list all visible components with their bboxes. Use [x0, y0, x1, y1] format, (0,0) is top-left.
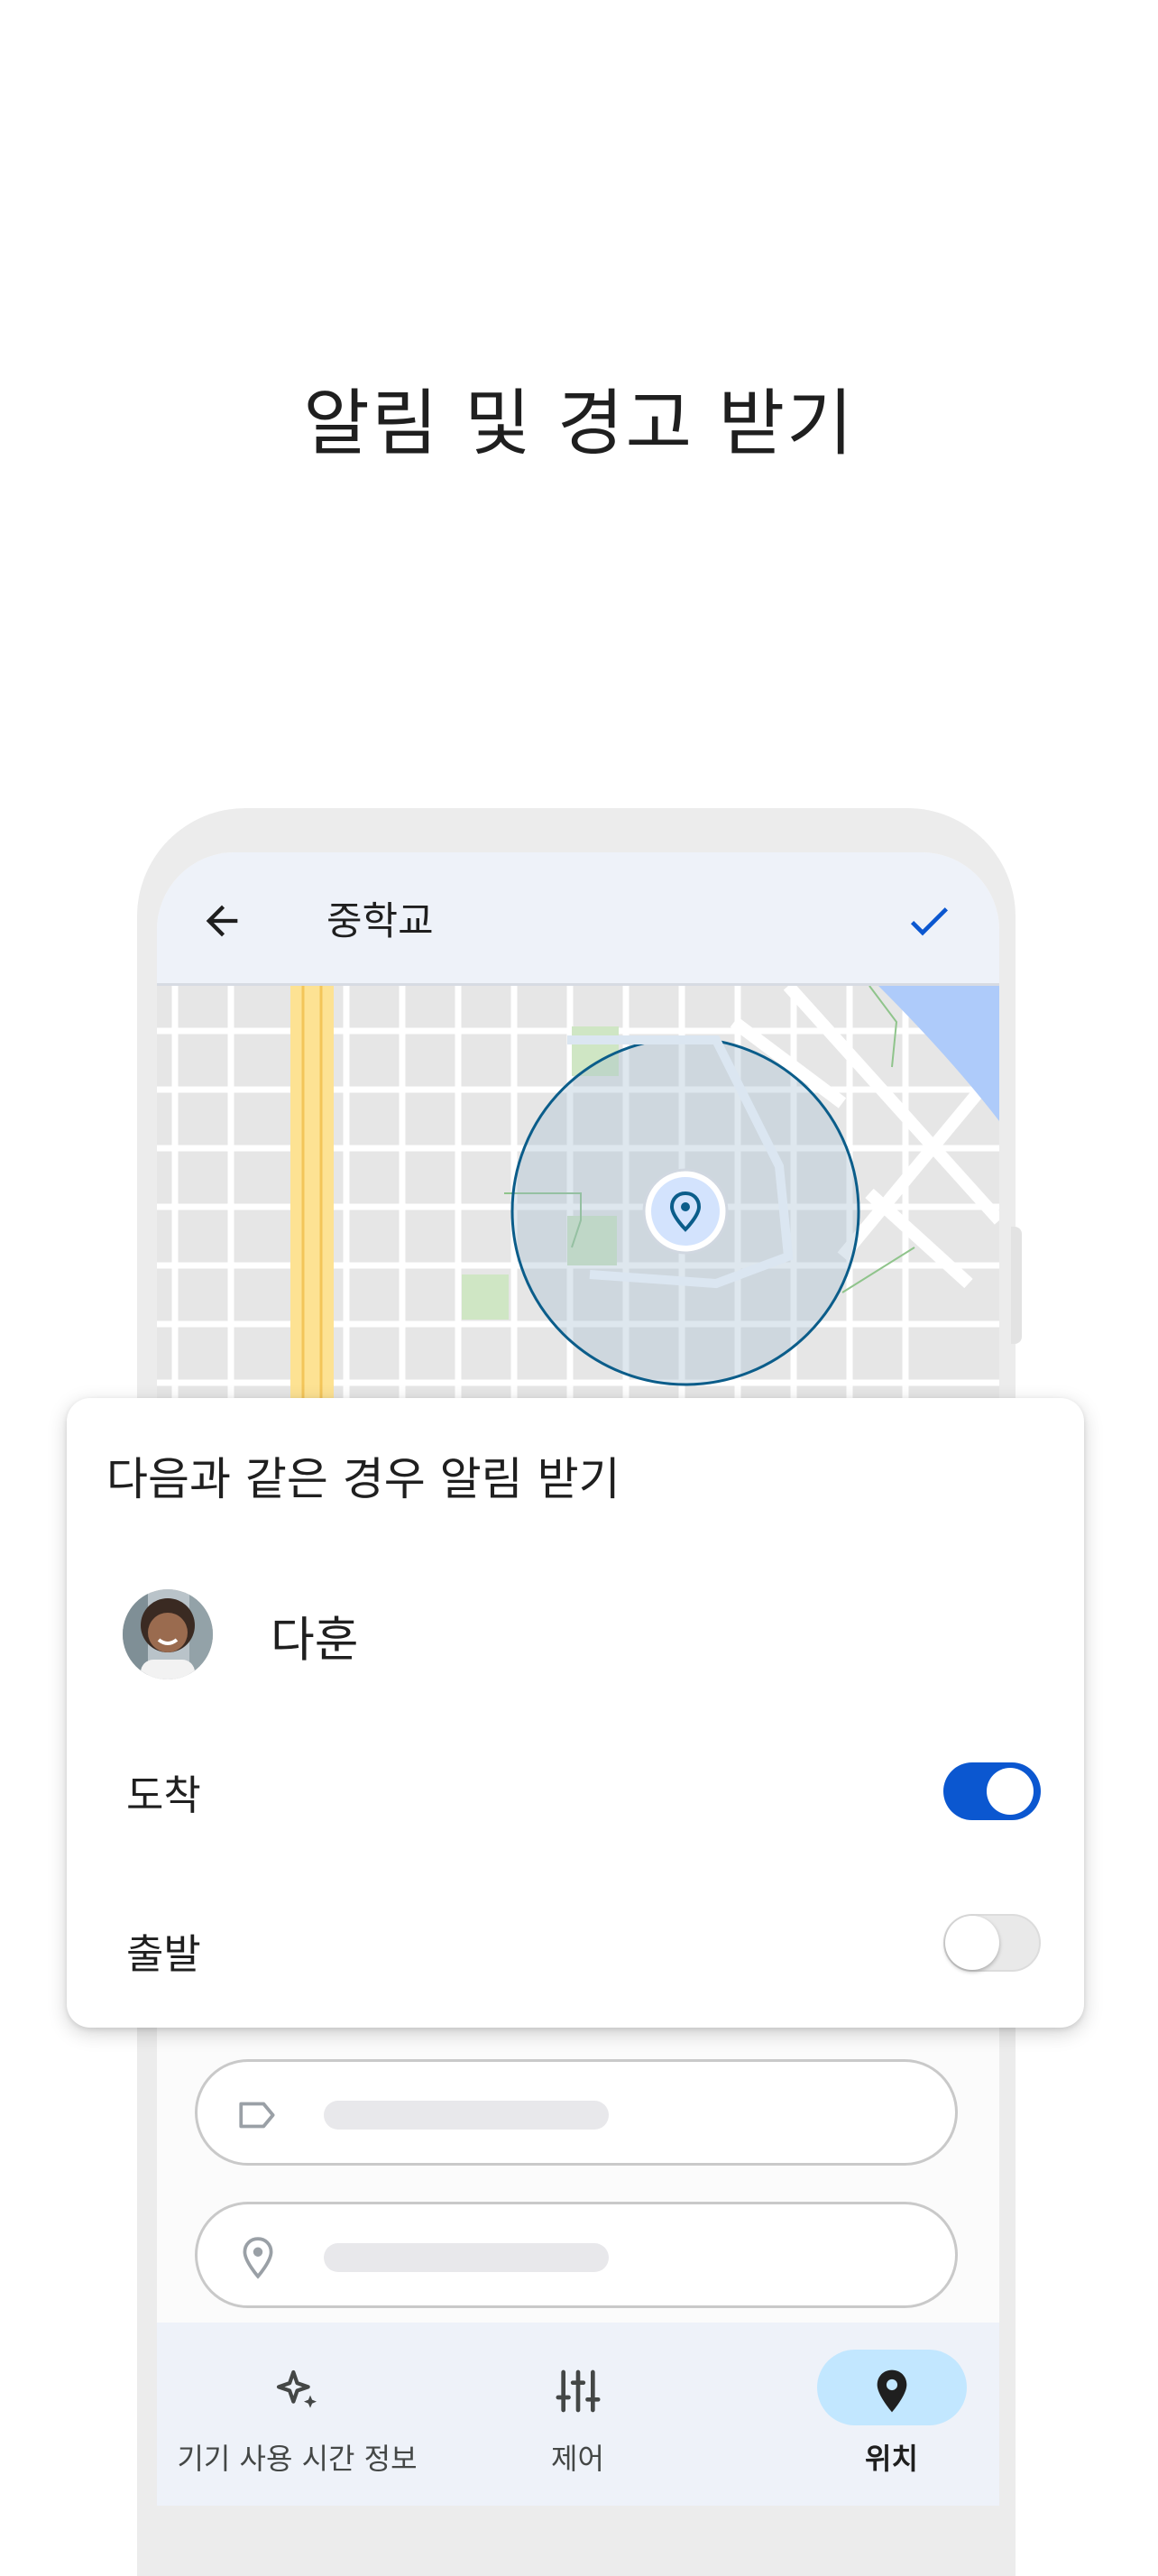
- arrive-toggle[interactable]: [943, 1762, 1041, 1820]
- arrive-label: 도착: [126, 1771, 201, 1819]
- depart-label: 출발: [126, 1930, 201, 1978]
- place-title: 중학교: [326, 899, 434, 944]
- sparkle-icon: [276, 2369, 317, 2408]
- nav-item-controls[interactable]: 제어: [437, 2323, 718, 2506]
- phone-side-button: [1011, 1227, 1022, 1344]
- arrow-back-icon[interactable]: [198, 897, 245, 944]
- field-placeholder-skeleton: [324, 2243, 609, 2272]
- location-pin-filled-icon: [877, 2369, 907, 2413]
- map-canvas: [157, 986, 999, 1455]
- tune-sliders-icon: [556, 2369, 601, 2413]
- nav-label: 기기 사용 시간 정보: [177, 2442, 418, 2476]
- card-title: 다음과 같은 경우 알림 받기: [106, 1453, 620, 1505]
- map-view[interactable]: [157, 986, 999, 1455]
- child-avatar: [123, 1589, 213, 1679]
- person-name: 다훈: [271, 1613, 359, 1668]
- nav-item-screen-time[interactable]: 기기 사용 시간 정보: [157, 2323, 437, 2506]
- notify-card: 다음과 같은 경우 알림 받기 다훈 도착 출발: [67, 1398, 1084, 2028]
- location-outline-icon: [243, 2237, 273, 2279]
- toggle-knob: [987, 1768, 1034, 1815]
- bottom-navigation: 기기 사용 시간 정보 제어 위치: [157, 2323, 999, 2506]
- app-bar: 중학교: [157, 852, 999, 986]
- nav-label: 위치: [865, 2442, 918, 2476]
- toggle-knob: [945, 1916, 999, 1970]
- nav-item-location[interactable]: 위치: [736, 2323, 999, 2506]
- check-icon[interactable]: [904, 896, 954, 946]
- label-tag-icon: [239, 2102, 275, 2129]
- place-name-field[interactable]: [195, 2059, 958, 2166]
- nav-label: 제어: [551, 2442, 604, 2476]
- place-address-field[interactable]: [195, 2202, 958, 2308]
- avatar: [123, 1589, 213, 1679]
- page-headline: 알림 및 경고 받기: [303, 382, 855, 465]
- field-placeholder-skeleton: [324, 2101, 609, 2130]
- depart-toggle[interactable]: [943, 1914, 1041, 1972]
